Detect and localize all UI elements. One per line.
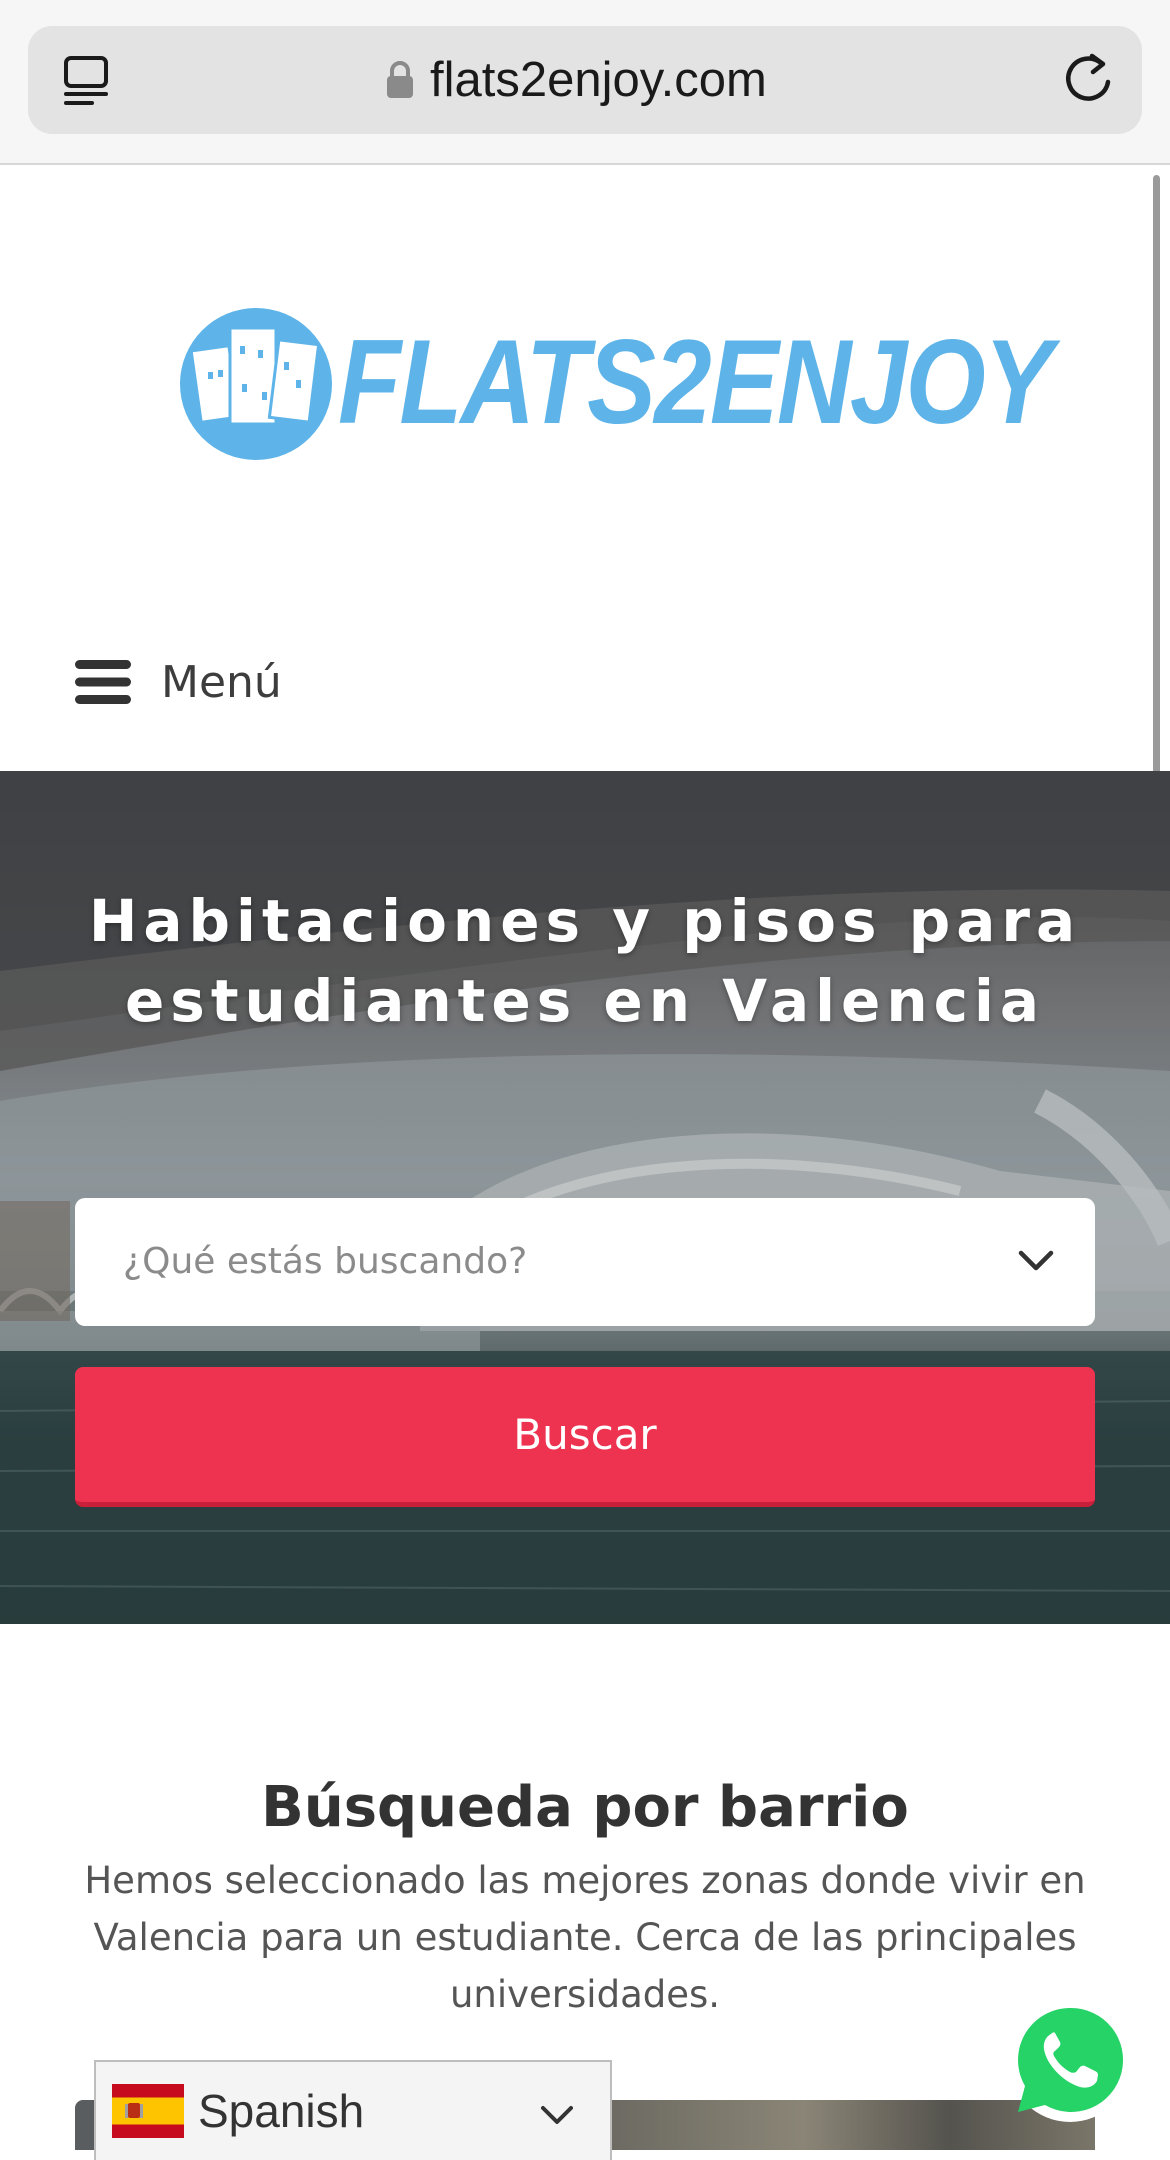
page-scrollbar[interactable] [1153,175,1160,775]
whatsapp-icon[interactable] [1006,1996,1134,2124]
logo-mark-icon [180,308,332,460]
spain-flag-icon [112,2084,184,2138]
search-button[interactable]: Buscar [75,1367,1095,1507]
url-text[interactable]: flats2enjoy.com [430,48,767,112]
language-selector[interactable]: Spanish [94,2060,612,2160]
search-placeholder: ¿Qué estás buscando? [123,1241,528,1282]
chevron-down-icon [1018,1250,1054,1271]
chevron-down-icon [541,2106,573,2124]
hero-title: Habitaciones y pisos para estudiantes en… [88,887,1082,1035]
reload-icon[interactable] [1062,50,1114,108]
section-description: Hemos seleccionado las mejores zonas don… [84,1859,1086,2016]
hero-banner: Habitaciones y pisos para estudiantes en… [0,771,1170,1624]
search-type-select[interactable]: ¿Qué estás buscando? [75,1198,1095,1326]
section-title: Búsqueda por barrio [261,1775,909,1840]
language-label: Spanish [198,2085,365,2137]
lock-icon [387,61,413,98]
menu-toggle-button[interactable]: Menú [75,640,282,724]
hamburger-icon [75,660,131,704]
menu-label: Menú [161,656,282,708]
logo-wordmark: FLATS2ENJOY [338,315,1053,449]
tabs-overview-icon[interactable] [62,55,112,107]
browser-address-bar: flats2enjoy.com [0,0,1170,165]
site-logo[interactable]: FLATS2ENJOY [178,300,1053,465]
